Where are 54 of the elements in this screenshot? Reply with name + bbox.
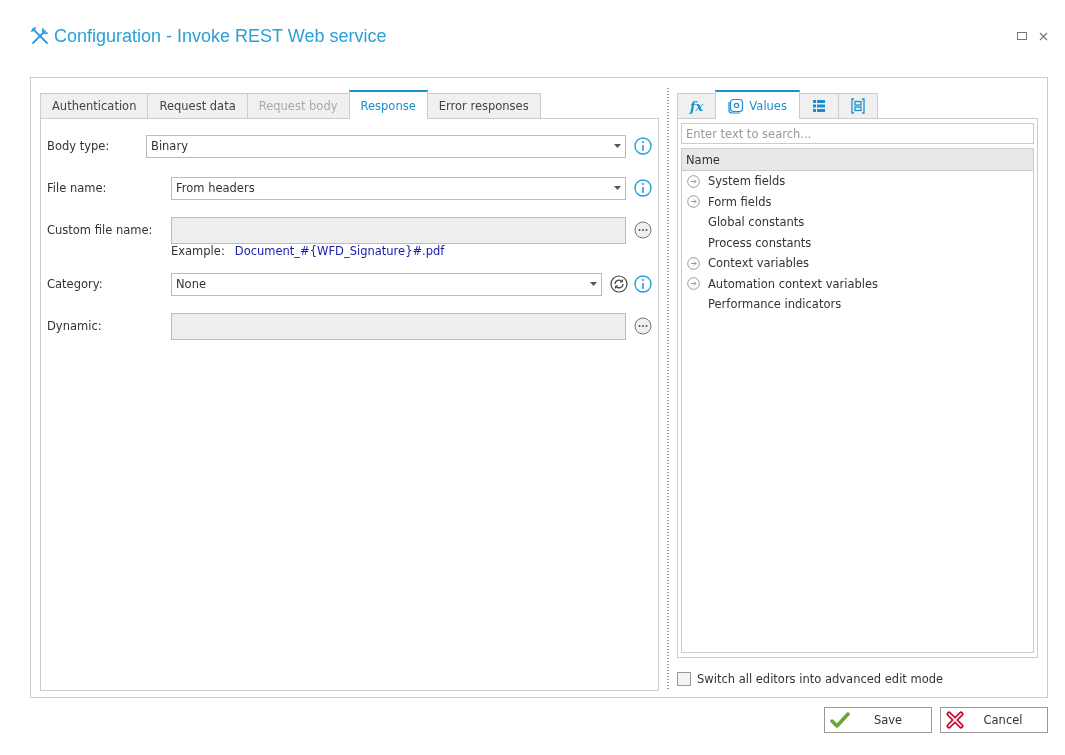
info-icon[interactable] bbox=[634, 179, 652, 197]
field-label: File name: bbox=[47, 181, 108, 195]
list-icon bbox=[811, 99, 826, 113]
example-text: Document_#{WFD_Signature}#.pdf bbox=[234, 244, 445, 258]
expand-icon[interactable] bbox=[687, 195, 700, 209]
tab[interactable]: Request data bbox=[147, 93, 248, 118]
close-icon[interactable] bbox=[1039, 31, 1048, 41]
search-field[interactable]: Enter text to search... bbox=[681, 123, 1034, 144]
input-field[interactable] bbox=[171, 216, 626, 244]
dropdown[interactable]: From headers bbox=[171, 176, 626, 200]
window-title: Configuration - Invoke REST Web service bbox=[54, 25, 387, 47]
caret-icon bbox=[590, 282, 597, 286]
column-header: Name bbox=[682, 149, 1033, 171]
checkbox[interactable] bbox=[677, 672, 691, 686]
info-icon[interactable] bbox=[634, 137, 652, 155]
tab[interactable] bbox=[837, 93, 878, 118]
check-icon bbox=[830, 712, 850, 728]
more-icon[interactable] bbox=[634, 221, 652, 239]
expand-icon[interactable] bbox=[687, 277, 700, 291]
caret-icon bbox=[614, 186, 621, 190]
field-label: Category: bbox=[47, 277, 104, 291]
tree-item[interactable]: Performance indicators bbox=[682, 294, 1033, 315]
input-field[interactable] bbox=[171, 312, 626, 340]
cancel-button[interactable]: Cancel bbox=[940, 707, 1048, 733]
field-label: Body type: bbox=[47, 139, 111, 153]
tools-icon bbox=[30, 26, 50, 46]
tree-item[interactable]: Global constants bbox=[682, 212, 1033, 233]
dropdown[interactable]: None bbox=[171, 272, 602, 296]
info-icon[interactable] bbox=[634, 275, 652, 293]
maximize-icon[interactable] bbox=[1017, 32, 1027, 40]
more-icon[interactable] bbox=[634, 317, 652, 335]
tab[interactable]: Error responses bbox=[426, 93, 541, 118]
dropdown[interactable]: Binary bbox=[146, 134, 626, 158]
tab[interactable] bbox=[798, 93, 839, 118]
expand-icon[interactable] bbox=[687, 174, 700, 188]
tree-item[interactable]: Automation context variables bbox=[682, 273, 1033, 294]
field-label: Custom file name: bbox=[47, 223, 154, 237]
cancel-icon bbox=[946, 711, 964, 729]
function-icon: fx bbox=[690, 98, 704, 114]
tree-item[interactable]: Context variables bbox=[682, 253, 1033, 274]
tree-item[interactable]: Process constants bbox=[682, 232, 1033, 253]
tab[interactable]: Response bbox=[348, 90, 428, 119]
expand-icon[interactable] bbox=[687, 256, 700, 270]
tree-item[interactable]: System fields bbox=[682, 171, 1033, 192]
bracket-icon bbox=[850, 98, 865, 114]
refresh-icon[interactable] bbox=[610, 275, 628, 293]
field-label: Dynamic: bbox=[47, 319, 103, 333]
tab[interactable]: Values bbox=[715, 90, 800, 119]
save-button[interactable]: Save bbox=[824, 707, 932, 733]
example-label: Example: bbox=[171, 244, 225, 258]
caret-icon bbox=[614, 144, 621, 148]
tab[interactable]: Authentication bbox=[40, 93, 149, 118]
checkbox-label: Switch all editors into advanced edit mode bbox=[697, 672, 944, 686]
tree-item[interactable]: Form fields bbox=[682, 191, 1033, 212]
